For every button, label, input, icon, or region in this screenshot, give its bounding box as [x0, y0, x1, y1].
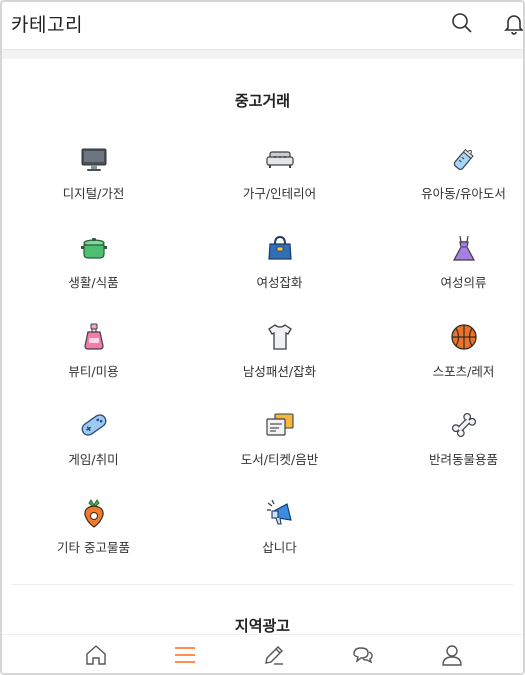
section-title-local-ads: 지역광고 — [234, 617, 291, 635]
handbag-icon — [267, 235, 292, 260]
category-living[interactable]: 생활/식품 — [6, 233, 181, 291]
category-label: 뷰티/미용 — [68, 364, 119, 379]
category-label: 삽니다 — [262, 540, 297, 555]
category-digital[interactable]: 디지털/가전 — [6, 144, 181, 202]
bell-icon[interactable] — [502, 11, 525, 35]
page-title: 카테고리 — [11, 14, 83, 36]
category-label: 여성의류 — [440, 275, 487, 290]
category-label: 생활/식품 — [68, 275, 119, 290]
category-label: 남성패션/잡화 — [242, 364, 317, 379]
baby-bottle-icon — [453, 148, 474, 171]
category-etc[interactable]: 기타 중고물품 — [6, 498, 181, 556]
category-buying[interactable]: 삽니다 — [192, 498, 367, 556]
search-icon[interactable] — [450, 11, 474, 35]
dress-icon — [452, 235, 475, 261]
category-women-clothing[interactable]: 여성의류 — [376, 233, 523, 291]
pot-icon — [80, 238, 107, 259]
app-frame: 카테고리 중고거래 디지털/가전 가구/인테리어 유아동/유아도서 생활/식품 … — [0, 0, 525, 675]
sofa-icon — [265, 151, 294, 168]
category-label: 반려동물용품 — [428, 452, 498, 467]
category-beauty[interactable]: 뷰티/미용 — [6, 322, 181, 380]
category-label: 여성잡화 — [256, 275, 303, 290]
category-pets[interactable]: 반려동물용품 — [376, 410, 523, 468]
category-games[interactable]: 게임/취미 — [6, 410, 181, 468]
tab-my[interactable] — [399, 635, 504, 673]
category-men-fashion[interactable]: 남성패션/잡화 — [192, 322, 367, 380]
header-gap — [2, 50, 523, 59]
gamepad-icon — [81, 414, 106, 436]
basketball-icon — [450, 324, 477, 350]
category-label: 디지털/가전 — [62, 186, 125, 201]
top-bar: 카테고리 — [2, 2, 523, 50]
category-label: 도서/티켓/음반 — [240, 452, 319, 467]
category-label: 유아동/유아도서 — [421, 186, 506, 201]
section-title-used-trade: 중고거래 — [234, 92, 291, 110]
category-baby[interactable]: 유아동/유아도서 — [376, 144, 523, 202]
chat-icon — [352, 647, 373, 664]
home-icon — [85, 645, 106, 665]
person-icon — [441, 645, 462, 666]
menu-icon — [174, 647, 195, 663]
category-books-tickets[interactable]: 도서/티켓/음반 — [192, 410, 367, 468]
category-women-accessories[interactable]: 여성잡화 — [192, 233, 367, 291]
tickets-icon — [265, 413, 294, 436]
category-label: 기타 중고물품 — [57, 540, 130, 555]
pencil-icon — [264, 646, 283, 665]
tshirt-icon — [267, 324, 292, 350]
bone-icon — [451, 412, 476, 438]
category-sports[interactable]: 스포츠/레저 — [376, 322, 523, 380]
category-label: 스포츠/레저 — [432, 364, 495, 379]
megaphone-icon — [266, 499, 292, 525]
category-label: 가구/인테리어 — [242, 186, 317, 201]
category-furniture[interactable]: 가구/인테리어 — [192, 144, 367, 202]
monitor-icon — [81, 148, 106, 171]
perfume-icon — [83, 323, 104, 350]
bottom-tab-bar — [2, 634, 523, 673]
category-label: 게임/취미 — [68, 452, 119, 467]
carrot-icon — [83, 499, 104, 528]
section-divider — [12, 584, 513, 585]
